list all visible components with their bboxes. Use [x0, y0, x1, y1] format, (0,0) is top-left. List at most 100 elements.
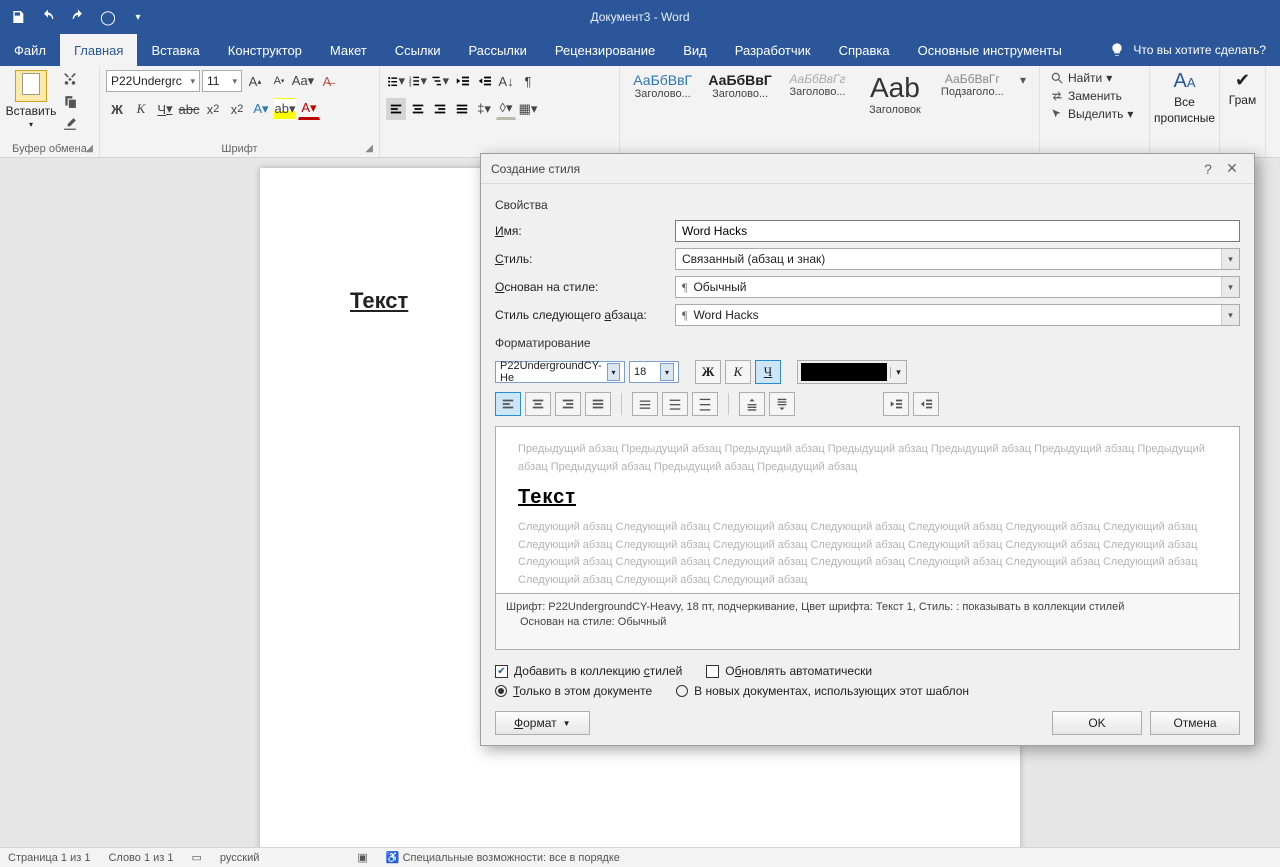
shrink-font-icon[interactable]: A▾: [268, 70, 290, 92]
highlight-icon[interactable]: ab▾: [274, 98, 296, 120]
bullets-icon[interactable]: ▾: [386, 70, 406, 92]
justify-icon[interactable]: [452, 98, 472, 120]
tab-design[interactable]: Конструктор: [214, 34, 316, 66]
style-type-select[interactable]: Связанный (абзац и знак)▾: [675, 248, 1240, 270]
select-button[interactable]: Выделить ▾: [1046, 106, 1137, 122]
tab-layout[interactable]: Макет: [316, 34, 381, 66]
fmt-align-left-icon[interactable]: [495, 392, 521, 416]
tab-view[interactable]: Вид: [669, 34, 721, 66]
styles-more-icon[interactable]: ▾: [1013, 70, 1033, 90]
next-style-select[interactable]: ¶Word Hacks▾: [675, 304, 1240, 326]
font-size-combo[interactable]: 11▾: [202, 70, 242, 92]
dialog-help-icon[interactable]: ?: [1196, 161, 1220, 177]
status-macro-icon[interactable]: ▣: [357, 851, 367, 864]
align-right-icon[interactable]: [430, 98, 450, 120]
undo-icon[interactable]: [34, 3, 62, 31]
font-color-icon[interactable]: A▾: [298, 98, 320, 120]
strike-button[interactable]: abc: [178, 98, 200, 120]
redo-icon[interactable]: [64, 3, 92, 31]
fmt-indent-dec-icon[interactable]: [883, 392, 909, 416]
fmt-spacing-15-icon[interactable]: [662, 392, 688, 416]
format-painter-icon[interactable]: [60, 114, 80, 134]
cancel-button[interactable]: Отмена: [1150, 711, 1240, 735]
ok-button[interactable]: OK: [1052, 711, 1142, 735]
align-center-icon[interactable]: [408, 98, 428, 120]
tab-help[interactable]: Справка: [825, 34, 904, 66]
font-name-combo[interactable]: P22Undergrc▾: [106, 70, 200, 92]
tab-references[interactable]: Ссылки: [381, 34, 455, 66]
fmt-align-right-icon[interactable]: [555, 392, 581, 416]
paste-button[interactable]: Вставить ▾: [6, 70, 56, 129]
clear-format-icon[interactable]: A̶: [316, 70, 338, 92]
replace-button[interactable]: Заменить: [1046, 88, 1137, 104]
sort-icon[interactable]: A↓: [496, 70, 516, 92]
underline-button[interactable]: Ч▾: [154, 98, 176, 120]
rad-template[interactable]: В новых документах, использующих этот ша…: [676, 684, 969, 698]
fmt-italic-button[interactable]: К: [725, 360, 751, 384]
based-on-select[interactable]: ¶Обычный▾: [675, 276, 1240, 298]
tab-insert[interactable]: Вставка: [137, 34, 213, 66]
style-heading1[interactable]: АаБбВвГЗаголово...: [626, 70, 699, 102]
dialog-close-icon[interactable]: ✕: [1220, 160, 1244, 177]
align-left-icon[interactable]: [386, 98, 406, 120]
fmt-bold-button[interactable]: Ж: [695, 360, 721, 384]
decrease-indent-icon[interactable]: [452, 70, 472, 92]
pilcrow-icon[interactable]: ¶: [518, 70, 538, 92]
format-button[interactable]: Формат▼: [495, 711, 590, 735]
multilevel-icon[interactable]: ▾: [430, 70, 450, 92]
find-button[interactable]: Найти ▾: [1046, 70, 1137, 86]
tab-main-tools[interactable]: Основные инструменты: [904, 34, 1076, 66]
tell-me-search[interactable]: Что вы хотите сделать?: [1095, 34, 1280, 66]
fmt-align-center-icon[interactable]: [525, 392, 551, 416]
style-title[interactable]: AabЗаголовок: [858, 70, 931, 118]
fmt-space-after-icon[interactable]: [769, 392, 795, 416]
copy-icon[interactable]: [60, 92, 80, 112]
subscript-icon[interactable]: x2: [202, 98, 224, 120]
italic-button[interactable]: К: [130, 98, 152, 120]
font-launcher-icon[interactable]: ◢: [365, 143, 373, 154]
fmt-spacing-1-icon[interactable]: [632, 392, 658, 416]
numbering-icon[interactable]: 123▾: [408, 70, 428, 92]
borders-icon[interactable]: ▦▾: [518, 98, 538, 120]
tab-home[interactable]: Главная: [60, 34, 137, 66]
tab-file[interactable]: Файл: [0, 34, 60, 66]
fmt-spacing-2-icon[interactable]: [692, 392, 718, 416]
fmt-font-combo[interactable]: P22UndergroundCY-He▾: [495, 361, 625, 383]
tab-mailings[interactable]: Рассылки: [454, 34, 540, 66]
grammar-button[interactable]: ✔ Грам: [1226, 70, 1259, 107]
fmt-indent-inc-icon[interactable]: [913, 392, 939, 416]
fmt-justify-icon[interactable]: [585, 392, 611, 416]
style-heading2[interactable]: АаБбВвГЗаголово...: [703, 70, 776, 102]
clipboard-launcher-icon[interactable]: ◢: [85, 143, 93, 154]
text-effects-icon[interactable]: A▾: [250, 98, 272, 120]
chk-auto-update[interactable]: Обновлять автоматически: [706, 664, 872, 678]
fmt-size-combo[interactable]: 18▾: [629, 361, 679, 383]
status-spellcheck-icon[interactable]: ▭: [192, 851, 202, 864]
superscript-icon[interactable]: x2: [226, 98, 248, 120]
increase-indent-icon[interactable]: [474, 70, 494, 92]
tab-review[interactable]: Рецензирование: [541, 34, 669, 66]
line-spacing-icon[interactable]: ‡▾: [474, 98, 494, 120]
fmt-space-before-icon[interactable]: [739, 392, 765, 416]
status-lang[interactable]: русский: [220, 852, 259, 864]
chk-add-gallery[interactable]: ✔Добавить в коллекцию стилей: [495, 664, 682, 678]
touch-mode-icon[interactable]: ◯: [94, 3, 122, 31]
grow-font-icon[interactable]: A▴: [244, 70, 266, 92]
bold-button[interactable]: Ж: [106, 98, 128, 120]
status-words[interactable]: Слово 1 из 1: [108, 852, 173, 864]
style-heading3[interactable]: АаБбВвГгЗаголово...: [781, 70, 854, 100]
style-name-input[interactable]: [675, 220, 1240, 242]
status-page[interactable]: Страница 1 из 1: [8, 852, 90, 864]
change-case-icon[interactable]: Aa▾: [292, 70, 314, 92]
save-icon[interactable]: [4, 3, 32, 31]
rad-this-doc[interactable]: Только в этом документе: [495, 684, 652, 698]
style-subtitle[interactable]: АаБбВвГгПодзаголо...: [936, 70, 1009, 100]
qat-customize-icon[interactable]: ▾: [124, 3, 152, 31]
fmt-underline-button[interactable]: Ч: [755, 360, 781, 384]
fmt-color-button[interactable]: ▾: [797, 360, 907, 384]
shading-icon[interactable]: ◊▾: [496, 98, 516, 120]
status-a11y[interactable]: ♿ Специальные возможности: все в порядке: [386, 851, 620, 864]
all-caps-button[interactable]: AA Все прописные: [1155, 70, 1215, 125]
tab-developer[interactable]: Разработчик: [721, 34, 825, 66]
cut-icon[interactable]: [60, 70, 80, 90]
